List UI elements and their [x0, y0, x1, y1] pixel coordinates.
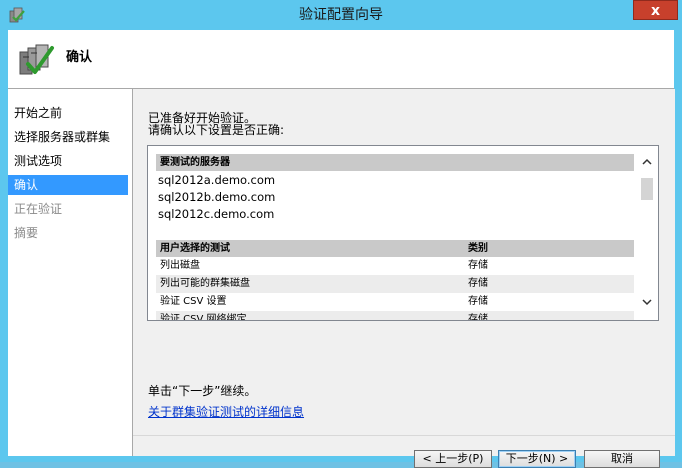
vertical-scrollbar[interactable]	[638, 146, 656, 320]
wizard-window: 验证配置向导 x 确认 开始之前 选择服务器或群集 测试选项 确认 正在验证 摘…	[0, 0, 682, 468]
page-header: 确认	[8, 30, 674, 89]
test-row: 列出可能的群集磁盘 存储	[156, 275, 634, 293]
cancel-button[interactable]: 取消	[584, 450, 660, 468]
nav-item-summary: 摘要	[14, 226, 39, 240]
tests-section-header: 用户选择的测试 类别	[156, 240, 634, 257]
chevron-up-icon[interactable]	[641, 156, 653, 168]
test-name: 列出磁盘	[160, 260, 200, 271]
wizard-nav: 开始之前 选择服务器或群集 测试选项 确认 正在验证 摘要	[8, 89, 132, 456]
intro-confirm-text: 请确认以下设置是否正确:	[148, 123, 285, 137]
nav-item-confirmation[interactable]: 确认	[8, 175, 128, 195]
servers-section-header: 要测试的服务器	[156, 154, 634, 171]
content-pane: 已准备好开始验证。 请确认以下设置是否正确: 要测试的服务器 sql2012a.…	[132, 89, 675, 468]
footer-divider	[133, 435, 675, 436]
continue-hint: 单击“下一步”继续。	[148, 384, 257, 398]
test-name: 验证 CSV 设置	[160, 296, 227, 307]
test-row: 列出磁盘 存储	[156, 257, 634, 275]
nav-item-select-servers[interactable]: 选择服务器或群集	[8, 127, 128, 147]
close-button[interactable]: x	[633, 0, 678, 20]
test-category: 存储	[468, 260, 488, 271]
server-item: sql2012c.demo.com	[158, 207, 275, 221]
test-category: 存储	[468, 314, 488, 321]
test-name: 列出可能的群集磁盘	[160, 278, 250, 289]
test-row: 验证 CSV 网络绑定 存储	[156, 311, 634, 321]
scrollbar-thumb[interactable]	[641, 178, 653, 200]
nav-item-validating: 正在验证	[14, 202, 63, 216]
tests-column-category: 类别	[468, 243, 488, 254]
validation-info-link[interactable]: 关于群集验证测试的详细信息	[148, 403, 304, 420]
test-category: 存储	[468, 296, 488, 307]
test-category: 存储	[468, 278, 488, 289]
back-button[interactable]: < 上一步(P)	[414, 450, 492, 468]
window-title: 验证配置向导	[299, 7, 383, 23]
validate-cluster-icon	[19, 44, 54, 75]
tests-column-name: 用户选择的测试	[160, 243, 230, 254]
client-area: 确认 开始之前 选择服务器或群集 测试选项 确认 正在验证 摘要 已准备好开始验…	[8, 30, 675, 468]
title-bar[interactable]: 验证配置向导 x	[0, 0, 682, 30]
test-name: 验证 CSV 网络绑定	[160, 314, 247, 321]
server-item: sql2012b.demo.com	[158, 190, 276, 204]
page-title: 确认	[66, 50, 93, 65]
next-button[interactable]: 下一步(N) >	[498, 450, 576, 468]
nav-item-before-you-begin[interactable]: 开始之前	[8, 103, 128, 123]
server-item: sql2012a.demo.com	[158, 173, 276, 187]
test-row: 验证 CSV 设置 存储	[156, 293, 634, 311]
nav-item-testing-options[interactable]: 测试选项	[8, 151, 128, 171]
settings-list[interactable]: 要测试的服务器 sql2012a.demo.com sql2012b.demo.…	[147, 145, 659, 321]
chevron-down-icon[interactable]	[641, 296, 653, 308]
